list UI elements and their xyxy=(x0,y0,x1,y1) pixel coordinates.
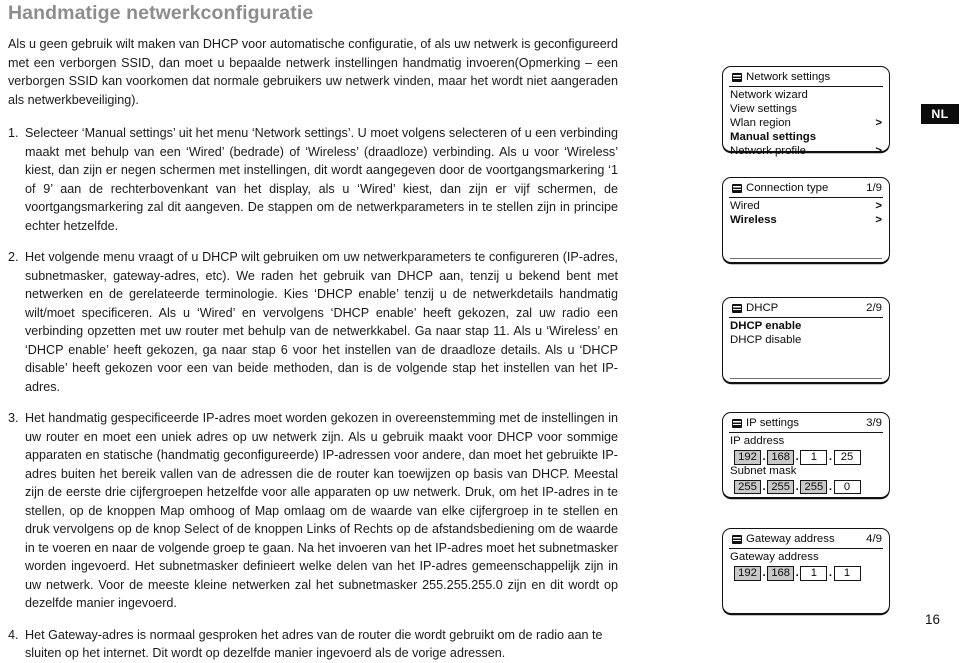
lcd-screen-dhcp: DHCP 2/9 DHCP enable DHCP disable xyxy=(722,297,890,383)
lcd-menu-label: Manual settings xyxy=(730,130,817,143)
manual-text-column: Handmatige netwerkconfiguratie Als u gee… xyxy=(8,0,708,663)
lcd-menu-label: DHCP enable xyxy=(730,319,802,332)
lcd-empty-space xyxy=(729,228,883,258)
lcd-screen-connection-type: Connection type 1/9 Wired > Wireless > xyxy=(722,177,890,263)
lcd-menu-item[interactable]: Network profile > xyxy=(729,145,883,159)
lcd-header: IP settings 3/9 xyxy=(729,417,883,434)
lcd-empty-space xyxy=(729,348,883,378)
page-number: 16 xyxy=(925,612,941,627)
octet-separator: . xyxy=(762,481,766,494)
lcd-title: IP settings xyxy=(746,417,799,429)
lcd-title: Connection type xyxy=(746,182,829,194)
chevron-right-icon: > xyxy=(875,116,882,129)
ip-address-octets[interactable]: 192 . 168 . 1 . 25 xyxy=(729,449,883,465)
octet-separator: . xyxy=(795,481,799,494)
chevron-right-icon: > xyxy=(875,144,882,157)
menu-list-icon xyxy=(732,304,742,314)
menu-list-icon xyxy=(732,73,742,83)
menu-list-icon xyxy=(732,419,742,429)
lcd-screen-gateway-address: Gateway address 4/9 Gateway address 192 … xyxy=(722,528,890,614)
step-text: Selecteer ‘Manual settings’ uit het menu… xyxy=(25,126,618,233)
language-badge: NL xyxy=(921,104,959,124)
step-text: Het Gateway-adres is normaal gesproken h… xyxy=(25,627,603,661)
step-text: Het volgende menu vraagt of u DHCP wilt … xyxy=(25,250,618,394)
octet-field[interactable]: 1 xyxy=(800,565,828,581)
octet-separator: . xyxy=(795,567,799,580)
lcd-menu-item[interactable]: DHCP disable xyxy=(729,334,883,348)
menu-list-icon xyxy=(732,535,742,545)
octet-field[interactable]: 255 xyxy=(800,479,828,495)
chevron-right-icon: > xyxy=(875,213,882,226)
subnet-mask-label: Subnet mask xyxy=(730,464,797,477)
lcd-menu-label: Wired xyxy=(730,199,760,212)
lcd-footer-rule xyxy=(730,257,882,259)
lcd-counter: 1/9 xyxy=(866,182,882,194)
ip-address-label: IP address xyxy=(730,434,785,447)
octet-field[interactable]: 192 xyxy=(734,565,761,581)
lcd-header: Connection type 1/9 xyxy=(729,182,883,199)
step-number: 3. xyxy=(8,411,19,426)
step-text: Het handmatig gespecificeerde IP-adres m… xyxy=(25,411,618,611)
octet-field[interactable]: 255 xyxy=(767,479,795,495)
octet-field[interactable]: 1 xyxy=(833,565,861,581)
octet-field[interactable]: 168 xyxy=(767,449,795,465)
step-item: 3. Het handmatig gespecificeerde IP-adres… xyxy=(8,409,618,613)
octet-field[interactable]: 1 xyxy=(800,449,828,465)
lcd-menu-label: Wireless xyxy=(730,213,777,226)
octet-field[interactable]: 192 xyxy=(734,449,761,465)
lcd-title: Gateway address xyxy=(746,533,835,545)
gateway-address-octets[interactable]: 192 . 168 . 1 . 1 xyxy=(729,565,883,581)
step-item: 4. Het Gateway-adres is normaal gesproken… xyxy=(8,626,618,663)
lcd-counter: 2/9 xyxy=(866,302,882,314)
step-number: 2. xyxy=(8,250,19,265)
lcd-counter: 3/9 xyxy=(866,417,882,429)
octet-separator: . xyxy=(828,567,833,580)
lcd-counter: 4/9 xyxy=(866,533,882,545)
lcd-screen-ip-settings: IP settings 3/9 IP address 192 . 168 . 1… xyxy=(722,412,890,498)
lcd-footer-rule xyxy=(730,377,882,379)
chevron-right-icon: > xyxy=(875,199,882,212)
lcd-header: DHCP 2/9 xyxy=(729,302,883,319)
step-number: 4. xyxy=(8,627,19,642)
steps-list: 1. Selecteer ‘Manual settings’ uit het me… xyxy=(8,124,708,663)
octet-separator: . xyxy=(762,567,766,580)
page-title: Handmatige netwerkconfiguratie xyxy=(8,2,314,24)
lcd-menu-label: DHCP disable xyxy=(730,333,802,346)
lcd-header: Network settings xyxy=(729,71,883,88)
octet-field[interactable]: 168 xyxy=(767,565,795,581)
lcd-title: DHCP xyxy=(746,302,779,314)
lcd-menu-item[interactable]: Network wizard xyxy=(729,89,883,103)
octet-separator: . xyxy=(795,451,799,464)
lcd-screen-network-settings: Network settings Network wizard View set… xyxy=(722,66,890,157)
octet-separator: . xyxy=(828,451,833,464)
lcd-menu-label: View settings xyxy=(730,102,797,115)
device-screens-column: Network settings Network wizard View set… xyxy=(716,0,960,635)
lcd-menu-item[interactable]: View settings xyxy=(729,103,883,117)
lcd-menu-item-selected[interactable]: DHCP enable xyxy=(729,320,883,334)
lcd-menu-item[interactable]: Wlan region > xyxy=(729,117,883,131)
octet-field[interactable]: 0 xyxy=(833,479,861,495)
menu-list-icon xyxy=(732,184,742,194)
lcd-menu-label: Network wizard xyxy=(730,88,808,101)
step-item: 1. Selecteer ‘Manual settings’ uit het me… xyxy=(8,124,618,235)
octet-field[interactable]: 255 xyxy=(734,479,761,495)
octet-field[interactable]: 25 xyxy=(833,449,861,465)
lcd-header: Gateway address 4/9 xyxy=(729,533,883,550)
step-number: 1. xyxy=(8,126,19,141)
lcd-title: Network settings xyxy=(746,71,831,83)
lcd-menu-label: Wlan region xyxy=(730,116,791,129)
step-item: 2. Het volgende menu vraagt of u DHCP wil… xyxy=(8,248,618,396)
lcd-menu-item-selected[interactable]: Wireless > xyxy=(729,214,883,228)
lcd-menu-item-selected[interactable]: Manual settings xyxy=(729,131,883,145)
gateway-address-label: Gateway address xyxy=(730,550,819,563)
subnet-mask-octets[interactable]: 255 . 255 . 255 . 0 xyxy=(729,479,883,495)
octet-separator: . xyxy=(762,451,766,464)
lcd-menu-item[interactable]: Wired > xyxy=(729,200,883,214)
intro-paragraph: Als u geen gebruik wilt maken van DHCP v… xyxy=(8,37,618,107)
octet-separator: . xyxy=(828,481,833,494)
lcd-menu-label: Network profile xyxy=(730,144,806,157)
